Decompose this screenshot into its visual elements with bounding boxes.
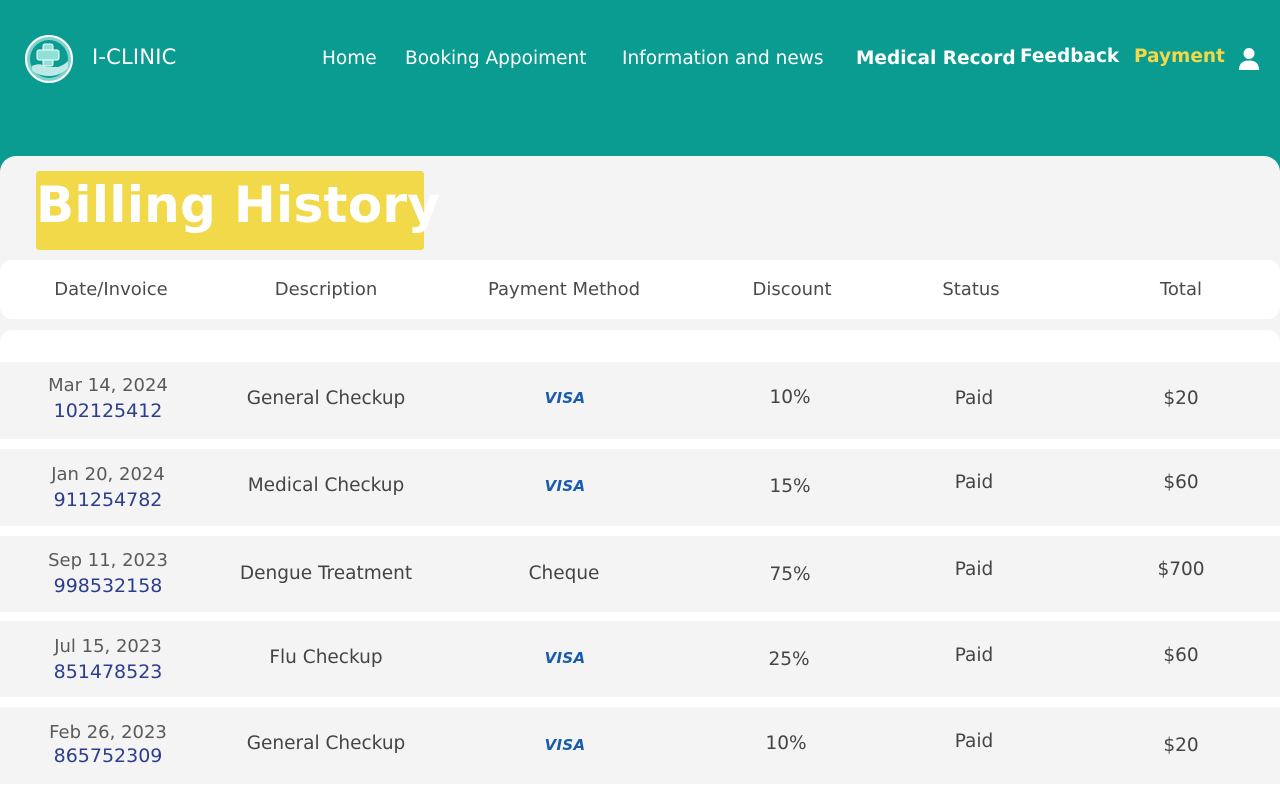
nav-information-news[interactable]: Information and news: [622, 48, 824, 69]
row-date: Mar 14, 2024: [48, 375, 168, 396]
row-description: Flu Checkup: [269, 647, 383, 668]
row-status: Paid: [954, 388, 994, 409]
nav-booking-appointment[interactable]: Booking Appoiment: [405, 48, 587, 69]
row-date: Jan 20, 2024: [51, 464, 165, 485]
invoice-link[interactable]: 865752309: [54, 745, 163, 767]
row-divider: [0, 697, 1280, 707]
table-row[interactable]: [0, 621, 1280, 698]
header-date-invoice: Date/Invoice: [54, 279, 168, 300]
table-spacer: [0, 330, 1280, 362]
row-date: Feb 26, 2023: [49, 722, 167, 743]
header-total: Total: [1159, 279, 1203, 300]
row-total: $60: [1163, 645, 1199, 666]
row-description: Dengue Treatment: [239, 563, 413, 584]
row-description: General Checkup: [246, 733, 406, 754]
row-discount: 25%: [768, 649, 810, 670]
row-description: Medical Checkup: [247, 475, 405, 496]
invoice-link[interactable]: 851478523: [54, 661, 163, 683]
page-title: Billing History: [36, 176, 441, 234]
row-status: Paid: [954, 472, 994, 493]
row-status: Paid: [954, 559, 994, 580]
table-row[interactable]: [0, 707, 1280, 784]
visa-icon: VISA: [544, 477, 586, 495]
row-total: $60: [1163, 472, 1199, 493]
invoice-link[interactable]: 911254782: [54, 489, 163, 511]
row-description: General Checkup: [246, 388, 406, 409]
visa-icon: VISA: [544, 736, 586, 754]
header-description: Description: [274, 279, 378, 300]
row-divider: [0, 526, 1280, 536]
row-date: Sep 11, 2023: [48, 550, 168, 571]
header-discount: Discount: [752, 279, 832, 300]
row-discount: 75%: [769, 564, 811, 585]
row-total: $20: [1163, 388, 1199, 409]
table-row[interactable]: [0, 362, 1280, 439]
row-discount: 15%: [769, 476, 811, 497]
brand-name[interactable]: I-CLINIC: [92, 45, 177, 69]
user-icon[interactable]: [1238, 47, 1260, 71]
row-divider: [0, 784, 1280, 800]
visa-icon: VISA: [544, 649, 586, 667]
row-status: Paid: [954, 645, 994, 666]
nav-feedback[interactable]: Feedback: [1020, 46, 1119, 67]
table-row[interactable]: [0, 536, 1280, 613]
nav-payment[interactable]: Payment: [1134, 46, 1225, 67]
row-total: $700: [1157, 559, 1205, 580]
table-row[interactable]: [0, 449, 1280, 526]
invoice-link[interactable]: 102125412: [54, 400, 163, 422]
row-divider: [0, 439, 1280, 449]
row-total: $20: [1163, 735, 1199, 756]
payment-method-cheque: Cheque: [528, 563, 600, 584]
top-header: [0, 0, 1280, 180]
row-discount: 10%: [769, 387, 811, 408]
row-status: Paid: [954, 731, 994, 752]
invoice-link[interactable]: 998532158: [54, 575, 163, 597]
row-discount: 10%: [765, 733, 807, 754]
header-status: Status: [942, 279, 1000, 300]
row-date: Jul 15, 2023: [54, 636, 162, 657]
nav-medical-record[interactable]: Medical Record: [856, 48, 1016, 69]
visa-icon: VISA: [544, 389, 586, 407]
header-payment-method: Payment Method: [487, 279, 641, 300]
nav-home[interactable]: Home: [322, 48, 377, 69]
medical-cross-hand-icon[interactable]: [24, 34, 74, 84]
